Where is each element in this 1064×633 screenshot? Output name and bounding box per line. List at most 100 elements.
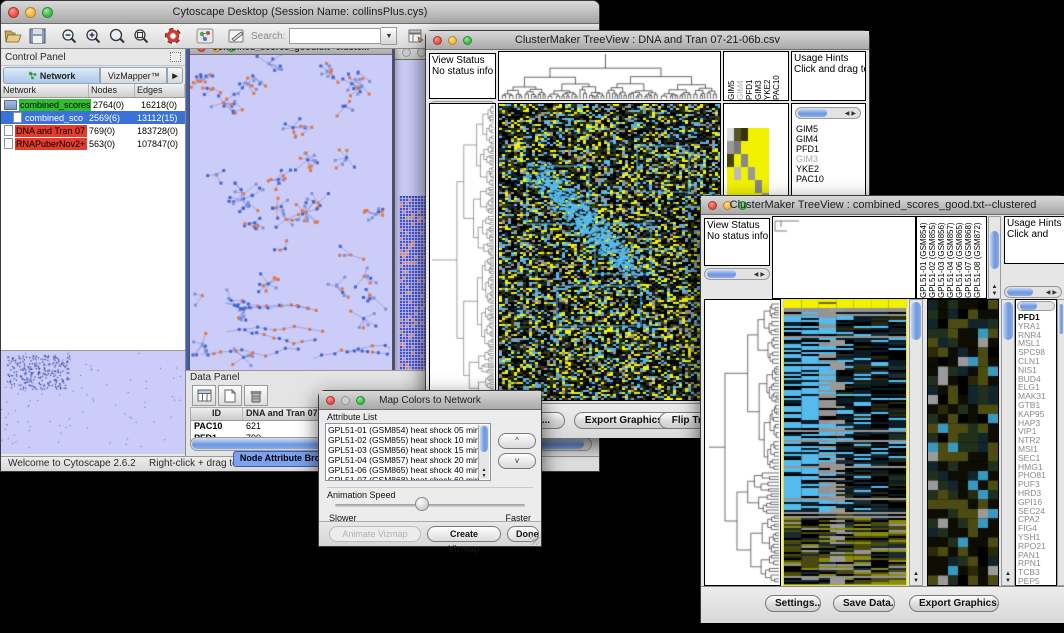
tv1-gene-label[interactable]: PAC10 [796, 174, 824, 184]
tv3-button-bar: Settings... Save Data... Export Graphics..… [701, 586, 1064, 623]
dialog-title: Map Colors to Network [319, 395, 541, 406]
network-view-titlebar[interactable]: combined_scores_good.txt--cluste... [190, 49, 392, 55]
main-titlebar[interactable]: Cytoscape Desktop (Session Name: collins… [1, 1, 599, 24]
move-down-button[interactable]: v [498, 453, 536, 469]
tv1-gene-label[interactable]: GIM5 [796, 124, 824, 134]
resize-grip-icon[interactable] [530, 535, 540, 545]
tv3-heatmap[interactable] [783, 299, 907, 586]
network-table-row[interactable]: combined_scores 2764(0) 16218(0) [1, 98, 185, 111]
tv3-zoom-heatmap[interactable] [927, 299, 999, 586]
header-edges[interactable]: Edges [135, 84, 185, 97]
tv3-zoom-heatmap-canvas[interactable] [928, 300, 998, 585]
tab-vizmapper-label: VizMapper™ [108, 71, 160, 81]
tv3-labels-vscrollbar[interactable]: ▲▼ [988, 216, 1001, 299]
tv3-action-button[interactable]: Settings... [765, 595, 821, 612]
tv1-titlebar[interactable]: ClusterMaker TreeView : DNA and Tran 07-… [426, 31, 869, 50]
tv3-row-dendrogram[interactable] [704, 299, 781, 586]
birds-eye-view[interactable] [1, 350, 185, 454]
dialog-action-button[interactable]: Create Vizmap [427, 526, 501, 542]
animation-speed-slider[interactable] [335, 504, 525, 507]
move-up-button[interactable]: ^ [498, 433, 536, 449]
attribute-item[interactable]: GPL51-04 (GSM857) heat shock 20 min [328, 455, 478, 465]
select-attributes-icon[interactable] [192, 385, 216, 406]
zoom-in-icon[interactable] [82, 26, 104, 46]
tab-network[interactable]: Network [3, 67, 100, 84]
tv1-view-status-title: View Status [430, 54, 495, 66]
tv1-row-dendrogram[interactable] [429, 103, 496, 401]
tv1-heatmap[interactable] [498, 103, 721, 401]
tv3-action-button[interactable]: Save Data... [833, 595, 895, 612]
tv3-gene-vscrollbar[interactable] [1057, 299, 1064, 586]
tab-overflow-arrow[interactable]: ▶ [167, 67, 183, 84]
float-panel-icon[interactable] [170, 52, 181, 62]
tv1-gene-label[interactable]: YKE2 [796, 164, 824, 174]
tv3-top-dendrogram-canvas[interactable] [773, 217, 803, 298]
delete-attribute-trash-icon[interactable] [244, 385, 268, 406]
network-row-nodes: 2764(0) [91, 100, 139, 110]
network-row-name: combined_scores [19, 99, 91, 111]
search-input[interactable] [289, 28, 381, 44]
search-dropdown-arrow[interactable]: ▼ [381, 27, 397, 45]
zoom-fit-icon[interactable] [106, 26, 128, 46]
tab-network-label: Network [40, 71, 76, 81]
tv3-column-dendrogram[interactable] [772, 216, 916, 299]
tv1-gene-label[interactable]: PFD1 [796, 144, 824, 154]
tv1-row-dendrogram-canvas[interactable] [430, 104, 495, 400]
tv1-column-dendrogram[interactable] [498, 51, 721, 101]
zoom-out-icon[interactable] [58, 26, 80, 46]
network-table-row[interactable]: DNA and Tran 07 769(0) 183728(0) [1, 124, 185, 137]
attribute-item[interactable]: GPL51-03 (GSM856) heat shock 15 min [328, 445, 478, 455]
save-icon[interactable] [26, 26, 48, 46]
tv1-gene-scrollbar[interactable]: ◀▶ [795, 107, 861, 119]
tv3-action-button[interactable]: Export Graphics... [909, 595, 999, 612]
animation-speed-thumb[interactable] [415, 497, 429, 511]
tv1-gene-label[interactable]: GIM4 [796, 134, 824, 144]
tv3-status-scrollbar[interactable]: ◀▶ [704, 268, 770, 280]
tv3-gene-hscrollbar[interactable] [1017, 301, 1055, 311]
attribute-item[interactable]: GPL51-07 (GSM868) heat shock 60 min [328, 475, 478, 481]
inactive-close-button[interactable] [402, 49, 411, 57]
open-file-icon[interactable] [2, 26, 24, 46]
tv3-titlebar[interactable]: ClusterMaker TreeView : combined_scores_… [701, 196, 1064, 215]
edit-network-icon[interactable] [226, 26, 248, 46]
attribute-list[interactable]: GPL51-01 (GSM854) heat shock 05 minGPL51… [325, 423, 491, 481]
tv3-heatmap-canvas[interactable] [784, 300, 906, 585]
tv3-heatmap-vscrollbar[interactable]: ▲▼ [909, 299, 923, 586]
header-network[interactable]: Network [1, 84, 89, 97]
network-view-window[interactable]: combined_scores_good.txt--cluste... [189, 49, 393, 372]
help-lifesaver-icon[interactable] [162, 26, 184, 46]
network-row-edges: 183728(0) [135, 126, 185, 136]
tv3-usage-hints-panel: Usage Hints Click and [1004, 216, 1064, 264]
network-rows: combined_scores 2764(0) 16218(0) combine… [1, 98, 185, 150]
tv3-usage-scrollbar[interactable]: ◀▶ [1004, 286, 1062, 298]
tv3-zoom-vscrollbar[interactable]: ▲▼ [1001, 299, 1015, 586]
dialog-action-button[interactable]: Animate Vizmap [329, 526, 421, 542]
tab-vizmapper[interactable]: VizMapper™ [100, 67, 167, 84]
tv3-row-dendrogram-canvas[interactable] [705, 300, 780, 585]
network-table-row[interactable]: RNAPuberNov2+ 563(0) 107847(0) [1, 137, 185, 150]
attribute-item[interactable]: GPL51-06 (GSM865) heat shock 40 min [328, 465, 478, 475]
network-row-name: RNAPuberNov2+ [15, 138, 87, 150]
attribute-list-vscrollbar[interactable]: ▲▼ [478, 425, 489, 479]
tv1-top-dendrogram-canvas[interactable] [499, 52, 720, 100]
network-canvas[interactable] [190, 55, 390, 370]
attribute-item[interactable]: GPL51-02 (GSM855) heat shock 10 min [328, 435, 478, 445]
network-row-nodes: 769(0) [87, 126, 135, 136]
dialog-titlebar[interactable]: Map Colors to Network [319, 391, 541, 410]
tv1-heatmap-canvas[interactable] [499, 104, 720, 400]
attribute-list-label: Attribute List [327, 412, 377, 422]
network-row-icon [13, 112, 22, 123]
zoom-selected-icon[interactable] [130, 26, 152, 46]
control-panel: Control Panel Network VizMapper™ ▶ Netwo… [1, 49, 186, 456]
tv3-column-label: GPL51-06 (GSM865) [955, 217, 964, 298]
network-table-row[interactable]: combined_sco 2569(6) 13112(15) [1, 111, 185, 124]
tv1-gene-label[interactable]: GIM3 [796, 154, 824, 164]
vizmap-nodes-icon[interactable] [194, 26, 216, 46]
new-attribute-icon[interactable] [218, 385, 242, 406]
header-nodes[interactable]: Nodes [89, 84, 135, 97]
overview-canvas[interactable] [1, 351, 184, 453]
network-row-icon [4, 100, 17, 110]
attribute-item[interactable]: GPL51-01 (GSM854) heat shock 05 min [328, 425, 478, 435]
id-column-header[interactable]: ID [191, 408, 243, 420]
tv3-column-label: GPL51-04 (GSM857) [946, 217, 955, 298]
